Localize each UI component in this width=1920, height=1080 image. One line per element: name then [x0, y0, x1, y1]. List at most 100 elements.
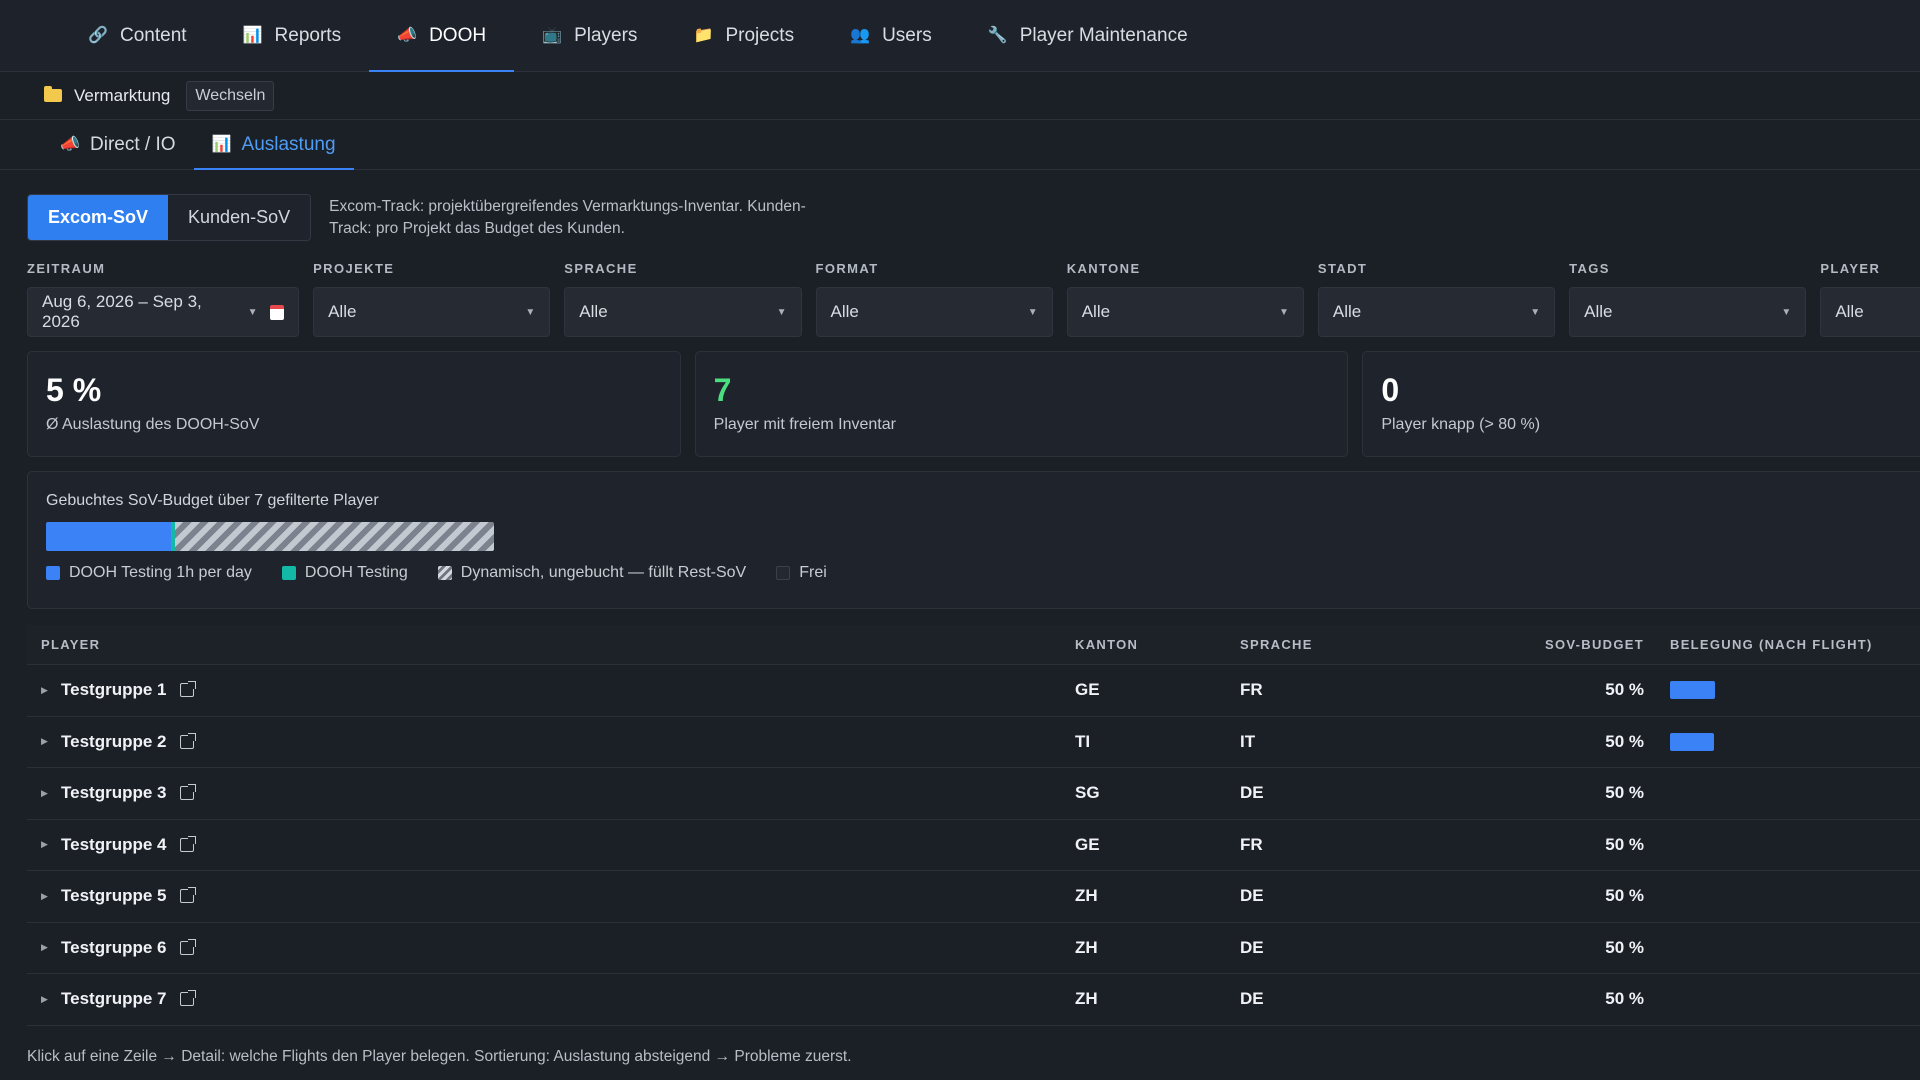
tab-players[interactable]: 📺 Players — [514, 0, 665, 71]
filter-sprache-label: SPRACHE — [564, 261, 638, 276]
player-cell: ▶ Testgruppe 7 — [27, 989, 1075, 1009]
stadt-select[interactable]: Alle ▼ — [1317, 287, 1556, 337]
external-link-icon[interactable] — [180, 784, 197, 801]
player-name[interactable]: Testgruppe 6 — [61, 938, 166, 958]
filter-projekte: PROJEKTE Alle ▼ — [313, 261, 551, 337]
sov-budget-cell: 50 % — [1605, 783, 1644, 803]
date-range-picker[interactable]: Aug 6, 2026 – Sep 3, 2026 ▼ — [27, 287, 300, 337]
table-row[interactable]: ▶ Testgruppe 4 GE FR 50 % — [27, 820, 1920, 871]
tab-projects[interactable]: 📁 Projects — [665, 0, 822, 71]
sub-navigation: 📣 Direct / IO 📊 Auslastung — [0, 120, 1920, 170]
player-name[interactable]: Testgruppe 5 — [61, 886, 166, 906]
expand-caret-icon[interactable]: ▶ — [41, 736, 51, 747]
expand-caret-icon[interactable]: ▶ — [41, 942, 51, 953]
legend-swatch — [46, 566, 60, 580]
occupancy-bar — [1670, 732, 1714, 751]
folder-icon: 📁 — [693, 26, 714, 44]
expand-caret-icon[interactable]: ▶ — [41, 994, 51, 1005]
bar-chart-icon: 📊 — [211, 135, 232, 153]
filter-player-label: PLAYER — [1820, 261, 1881, 276]
calendar-icon[interactable] — [269, 304, 285, 320]
external-link-icon[interactable] — [180, 887, 197, 904]
table-row[interactable]: ▶ Testgruppe 6 ZH DE 50 % — [27, 923, 1920, 974]
external-link-icon[interactable] — [180, 990, 197, 1007]
tab-content[interactable]: 🔗 Content — [60, 0, 215, 71]
column-header-sov-budget[interactable]: SOV-BUDGET — [1460, 637, 1644, 652]
sprache-select[interactable]: Alle ▼ — [564, 287, 802, 337]
tab-reports[interactable]: 📊 Reports — [215, 0, 370, 71]
folder-icon — [44, 86, 62, 102]
kpi-row: 5 % Ø Auslastung des DOOH-SoV 7 Player m… — [27, 351, 1920, 457]
tab-direct-io[interactable]: 📣 Direct / IO — [42, 120, 194, 169]
occupancy-bar — [1670, 681, 1715, 700]
tab-dooh[interactable]: 📣 DOOH — [369, 0, 515, 72]
chevron-down-icon: ▼ — [776, 306, 787, 318]
expand-caret-icon[interactable]: ▶ — [41, 685, 51, 696]
projekte-value: Alle — [328, 302, 357, 321]
external-link-icon[interactable] — [180, 681, 197, 698]
sov-budget-bar — [46, 522, 494, 551]
player-select[interactable]: Alle — [1820, 287, 1920, 337]
date-range-value: Aug 6, 2026 – Sep 3, 2026 — [42, 292, 202, 331]
format-select[interactable]: Alle ▼ — [815, 287, 1053, 337]
expand-caret-icon[interactable]: ▶ — [41, 839, 51, 850]
player-name[interactable]: Testgruppe 4 — [61, 835, 166, 855]
table-row[interactable]: ▶ Testgruppe 2 TI IT 50 % — [27, 717, 1920, 768]
table-row[interactable]: ▶ Testgruppe 5 ZH DE 50 % — [27, 871, 1920, 923]
top-navigation: 🔗 Content 📊 Reports 📣 DOOH 📺 Players 📁 P… — [0, 0, 1920, 72]
expand-caret-icon[interactable]: ▶ — [41, 788, 51, 799]
kpi-free-inventory-label: Player mit freiem Inventar — [713, 416, 896, 433]
switch-context-button[interactable]: Wechseln — [186, 80, 275, 111]
column-header-belegung[interactable]: BELEGUNG (NACH FLIGHT) — [1644, 637, 1904, 652]
sprache-cell: DE — [1240, 886, 1264, 906]
external-link-icon[interactable] — [180, 938, 197, 955]
kanton-cell: TI — [1075, 731, 1091, 751]
table-body: ▶ Testgruppe 1 GE FR 50 % ▶ Testgruppe 2 TI IT 50… — [27, 665, 1920, 1026]
external-link-icon[interactable] — [180, 835, 197, 852]
tab-direct-io-label: Direct / IO — [90, 133, 176, 155]
tab-auslastung[interactable]: 📊 Auslastung — [193, 120, 354, 170]
column-header-kanton[interactable]: KANTON — [1075, 637, 1240, 652]
filter-projekte-label: PROJEKTE — [313, 261, 395, 276]
table-row[interactable]: ▶ Testgruppe 3 SG DE 50 % — [27, 768, 1920, 820]
projekte-select[interactable]: Alle ▼ — [313, 287, 551, 337]
tv-icon: 📺 — [542, 26, 563, 44]
bar-segment-dooh-testing-1h — [46, 522, 171, 551]
external-link-icon[interactable] — [180, 732, 197, 749]
filter-kantone: KANTONE Alle ▼ — [1066, 261, 1304, 337]
tab-users[interactable]: 👥 Users — [822, 0, 960, 71]
chevron-down-icon: ▼ — [525, 306, 536, 318]
track-description: Excom-Track: projektübergreifendes Verma… — [329, 197, 806, 237]
kpi-card-auslastung: 5 % Ø Auslastung des DOOH-SoV — [27, 351, 681, 457]
column-header-player[interactable]: PLAYER — [27, 637, 1075, 652]
player-value: Alle — [1835, 302, 1864, 321]
player-name[interactable]: Testgruppe 2 — [61, 732, 166, 752]
player-name[interactable]: Testgruppe 7 — [61, 989, 166, 1009]
stadt-value: Alle — [1332, 302, 1362, 321]
legend-swatch — [776, 566, 791, 580]
player-name[interactable]: Testgruppe 3 — [61, 783, 166, 803]
filter-player: PLAYER Alle — [1820, 261, 1920, 337]
table-row[interactable]: ▶ Testgruppe 1 GE FR 50 % — [27, 665, 1920, 717]
player-cell: ▶ Testgruppe 2 — [27, 732, 1075, 752]
wrench-icon: 🔧 — [987, 26, 1008, 44]
tab-content-label: Content — [120, 24, 187, 46]
sov-budget-cell: 50 % — [1605, 680, 1644, 700]
tab-player-maintenance[interactable]: 🔧 Player Maintenance — [960, 0, 1216, 71]
table-row[interactable]: ▶ Testgruppe 7 ZH DE 50 % — [27, 974, 1920, 1026]
kantone-select[interactable]: Alle ▼ — [1066, 287, 1304, 337]
filter-zeitraum: ZEITRAUM Aug 6, 2026 – Sep 3, 2026 ▼ — [27, 261, 300, 337]
kunden-sov-button[interactable]: Kunden-SoV — [168, 195, 311, 240]
chevron-down-icon: ▼ — [1530, 306, 1541, 318]
column-header-sprache[interactable]: SPRACHE — [1240, 637, 1460, 652]
kpi-scarce-value: 0 — [1381, 372, 1400, 408]
player-name[interactable]: Testgruppe 1 — [61, 680, 166, 700]
track-selector-row: Excom-SoV Kunden-SoV Excom-Track: projek… — [27, 194, 1920, 241]
track-segmented-control: Excom-SoV Kunden-SoV — [27, 194, 312, 241]
excom-sov-button[interactable]: Excom-SoV — [28, 195, 169, 240]
expand-caret-icon[interactable]: ▶ — [41, 891, 51, 902]
tags-select[interactable]: Alle ▼ — [1569, 287, 1807, 337]
player-table: PLAYER KANTON SPRACHE SOV-BUDGET BELEGUN… — [27, 625, 1920, 1026]
legend-swatch — [437, 566, 452, 580]
main-content: Excom-SoV Kunden-SoV Excom-Track: projek… — [0, 194, 1920, 1066]
